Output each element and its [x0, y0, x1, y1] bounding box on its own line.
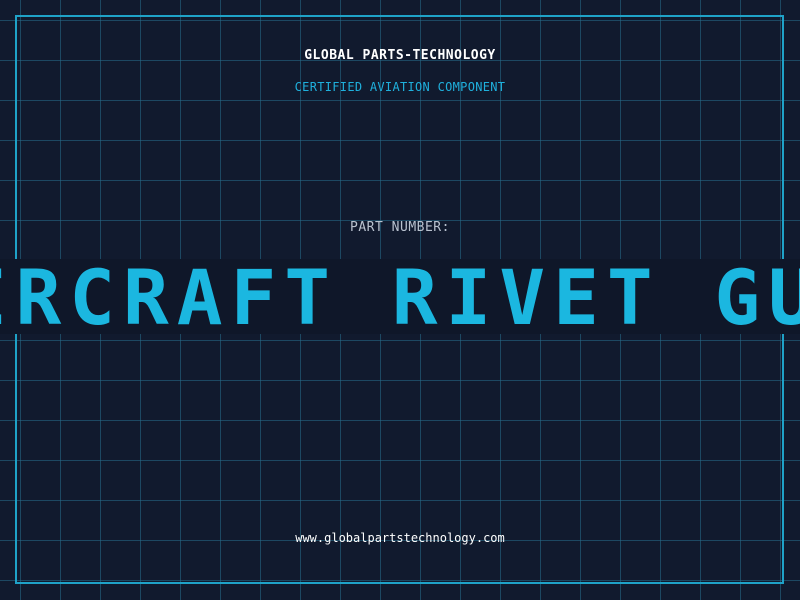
part-number-value: AIRCRAFT RIVET GUN PA — [0, 259, 800, 335]
part-number-label: PART NUMBER: — [350, 220, 450, 235]
website-url: www.globalpartstechnology.com — [295, 531, 505, 545]
tagline: CERTIFIED AVIATION COMPONENT — [294, 80, 506, 94]
part-number-band: AIRCRAFT RIVET GUN PA — [0, 259, 800, 334]
company-name: GLOBAL PARTS-TECHNOLOGY — [304, 48, 496, 63]
